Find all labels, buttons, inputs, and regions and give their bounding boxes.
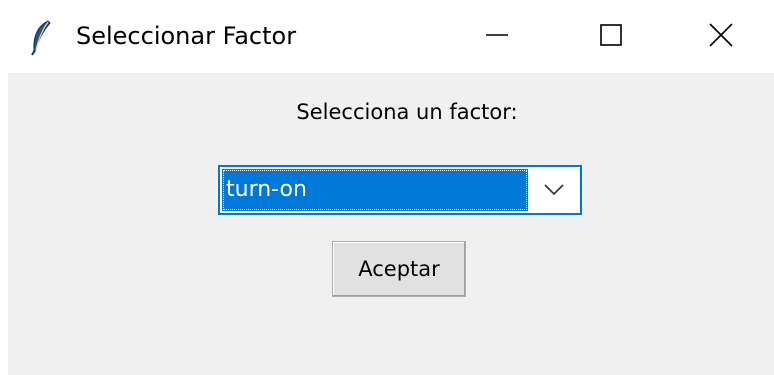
window-title: Seleccionar Factor	[76, 22, 297, 50]
dialog-body: Selecciona un factor: turn-on Aceptar	[8, 73, 774, 375]
dialog-window: Seleccionar Factor Selecciona un factor:…	[0, 0, 774, 375]
feather-icon	[30, 20, 52, 56]
chevron-down-icon	[544, 181, 564, 200]
title-bar[interactable]: Seleccionar Factor	[0, 0, 774, 73]
minimize-button[interactable]	[440, 0, 554, 73]
combobox-dropdown-button[interactable]	[532, 169, 576, 211]
close-icon	[709, 22, 733, 51]
prompt-label: Selecciona un factor:	[296, 100, 518, 124]
combobox-selected-value[interactable]: turn-on	[222, 169, 528, 211]
minimize-icon	[486, 24, 508, 50]
factor-combobox[interactable]: turn-on	[218, 165, 582, 215]
maximize-icon	[600, 23, 622, 50]
close-button[interactable]	[668, 0, 774, 73]
accept-button[interactable]: Aceptar	[332, 241, 466, 297]
maximize-button[interactable]	[554, 0, 668, 73]
